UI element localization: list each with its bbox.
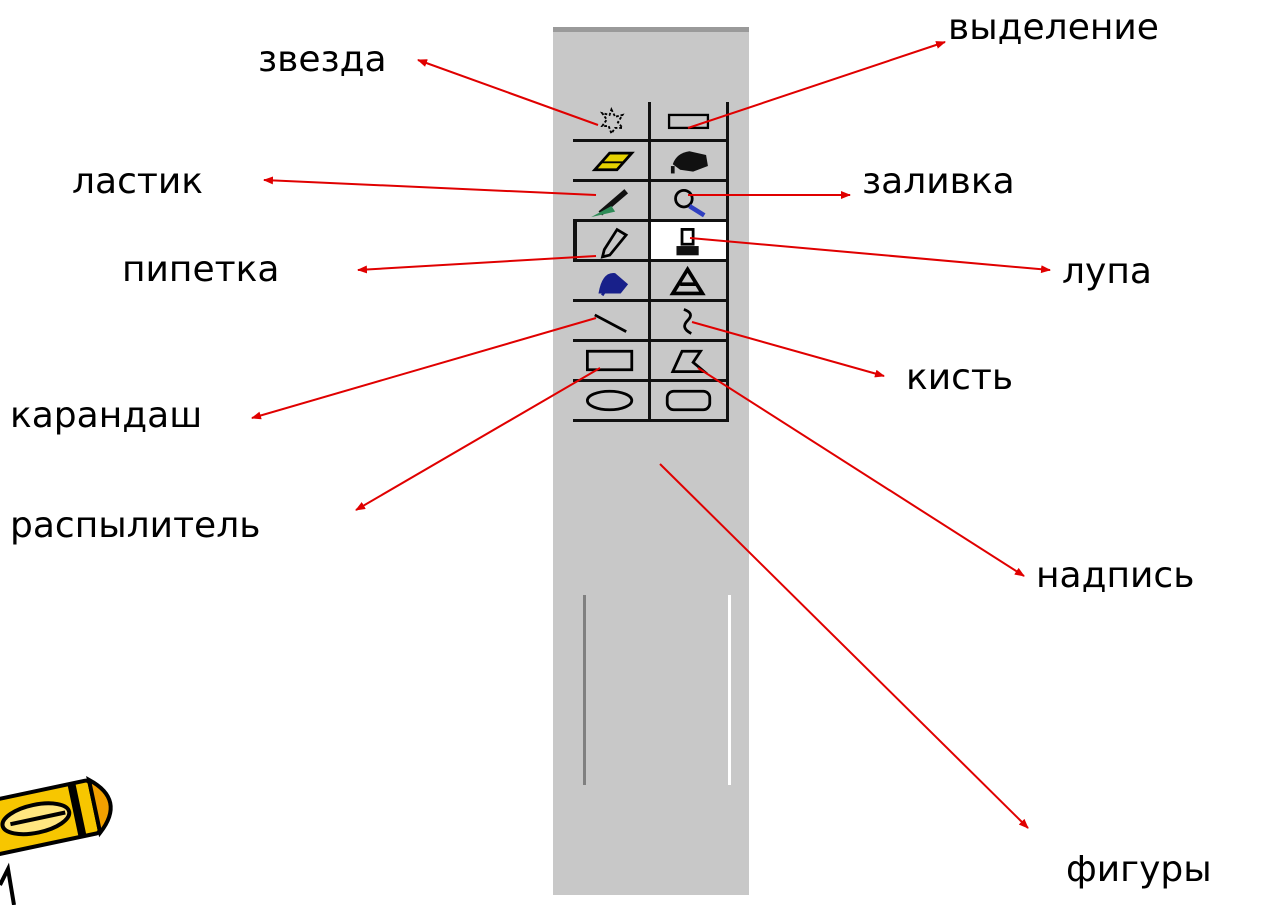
label-pencil: карандаш [10, 395, 203, 436]
arrow-pencil [251, 317, 597, 420]
pointer-arrows [251, 41, 1051, 829]
arrow-select [687, 41, 946, 129]
label-magnifier: лупа [1062, 251, 1152, 292]
label-shapes: фигуры [1066, 849, 1212, 890]
arrow-sprayer [355, 367, 601, 511]
label-star: звезда [258, 39, 387, 80]
label-brush: кисть [906, 357, 1014, 398]
label-eraser: ластик [72, 161, 203, 202]
arrow-eraser [263, 176, 597, 196]
label-text: надпись [1036, 555, 1195, 596]
label-sprayer: распылитель [10, 505, 261, 546]
pencil-clipart-icon [0, 776, 113, 905]
arrow-shapes [659, 463, 1029, 829]
arrow-magnifier [689, 237, 1051, 274]
label-select: выделение [948, 7, 1159, 48]
arrow-star [417, 59, 599, 126]
label-pipette: пипетка [122, 249, 280, 290]
arrow-text [697, 367, 1025, 577]
arrow-pipette [357, 255, 597, 274]
arrow-brush [691, 321, 885, 378]
label-fill: заливка [862, 161, 1015, 202]
